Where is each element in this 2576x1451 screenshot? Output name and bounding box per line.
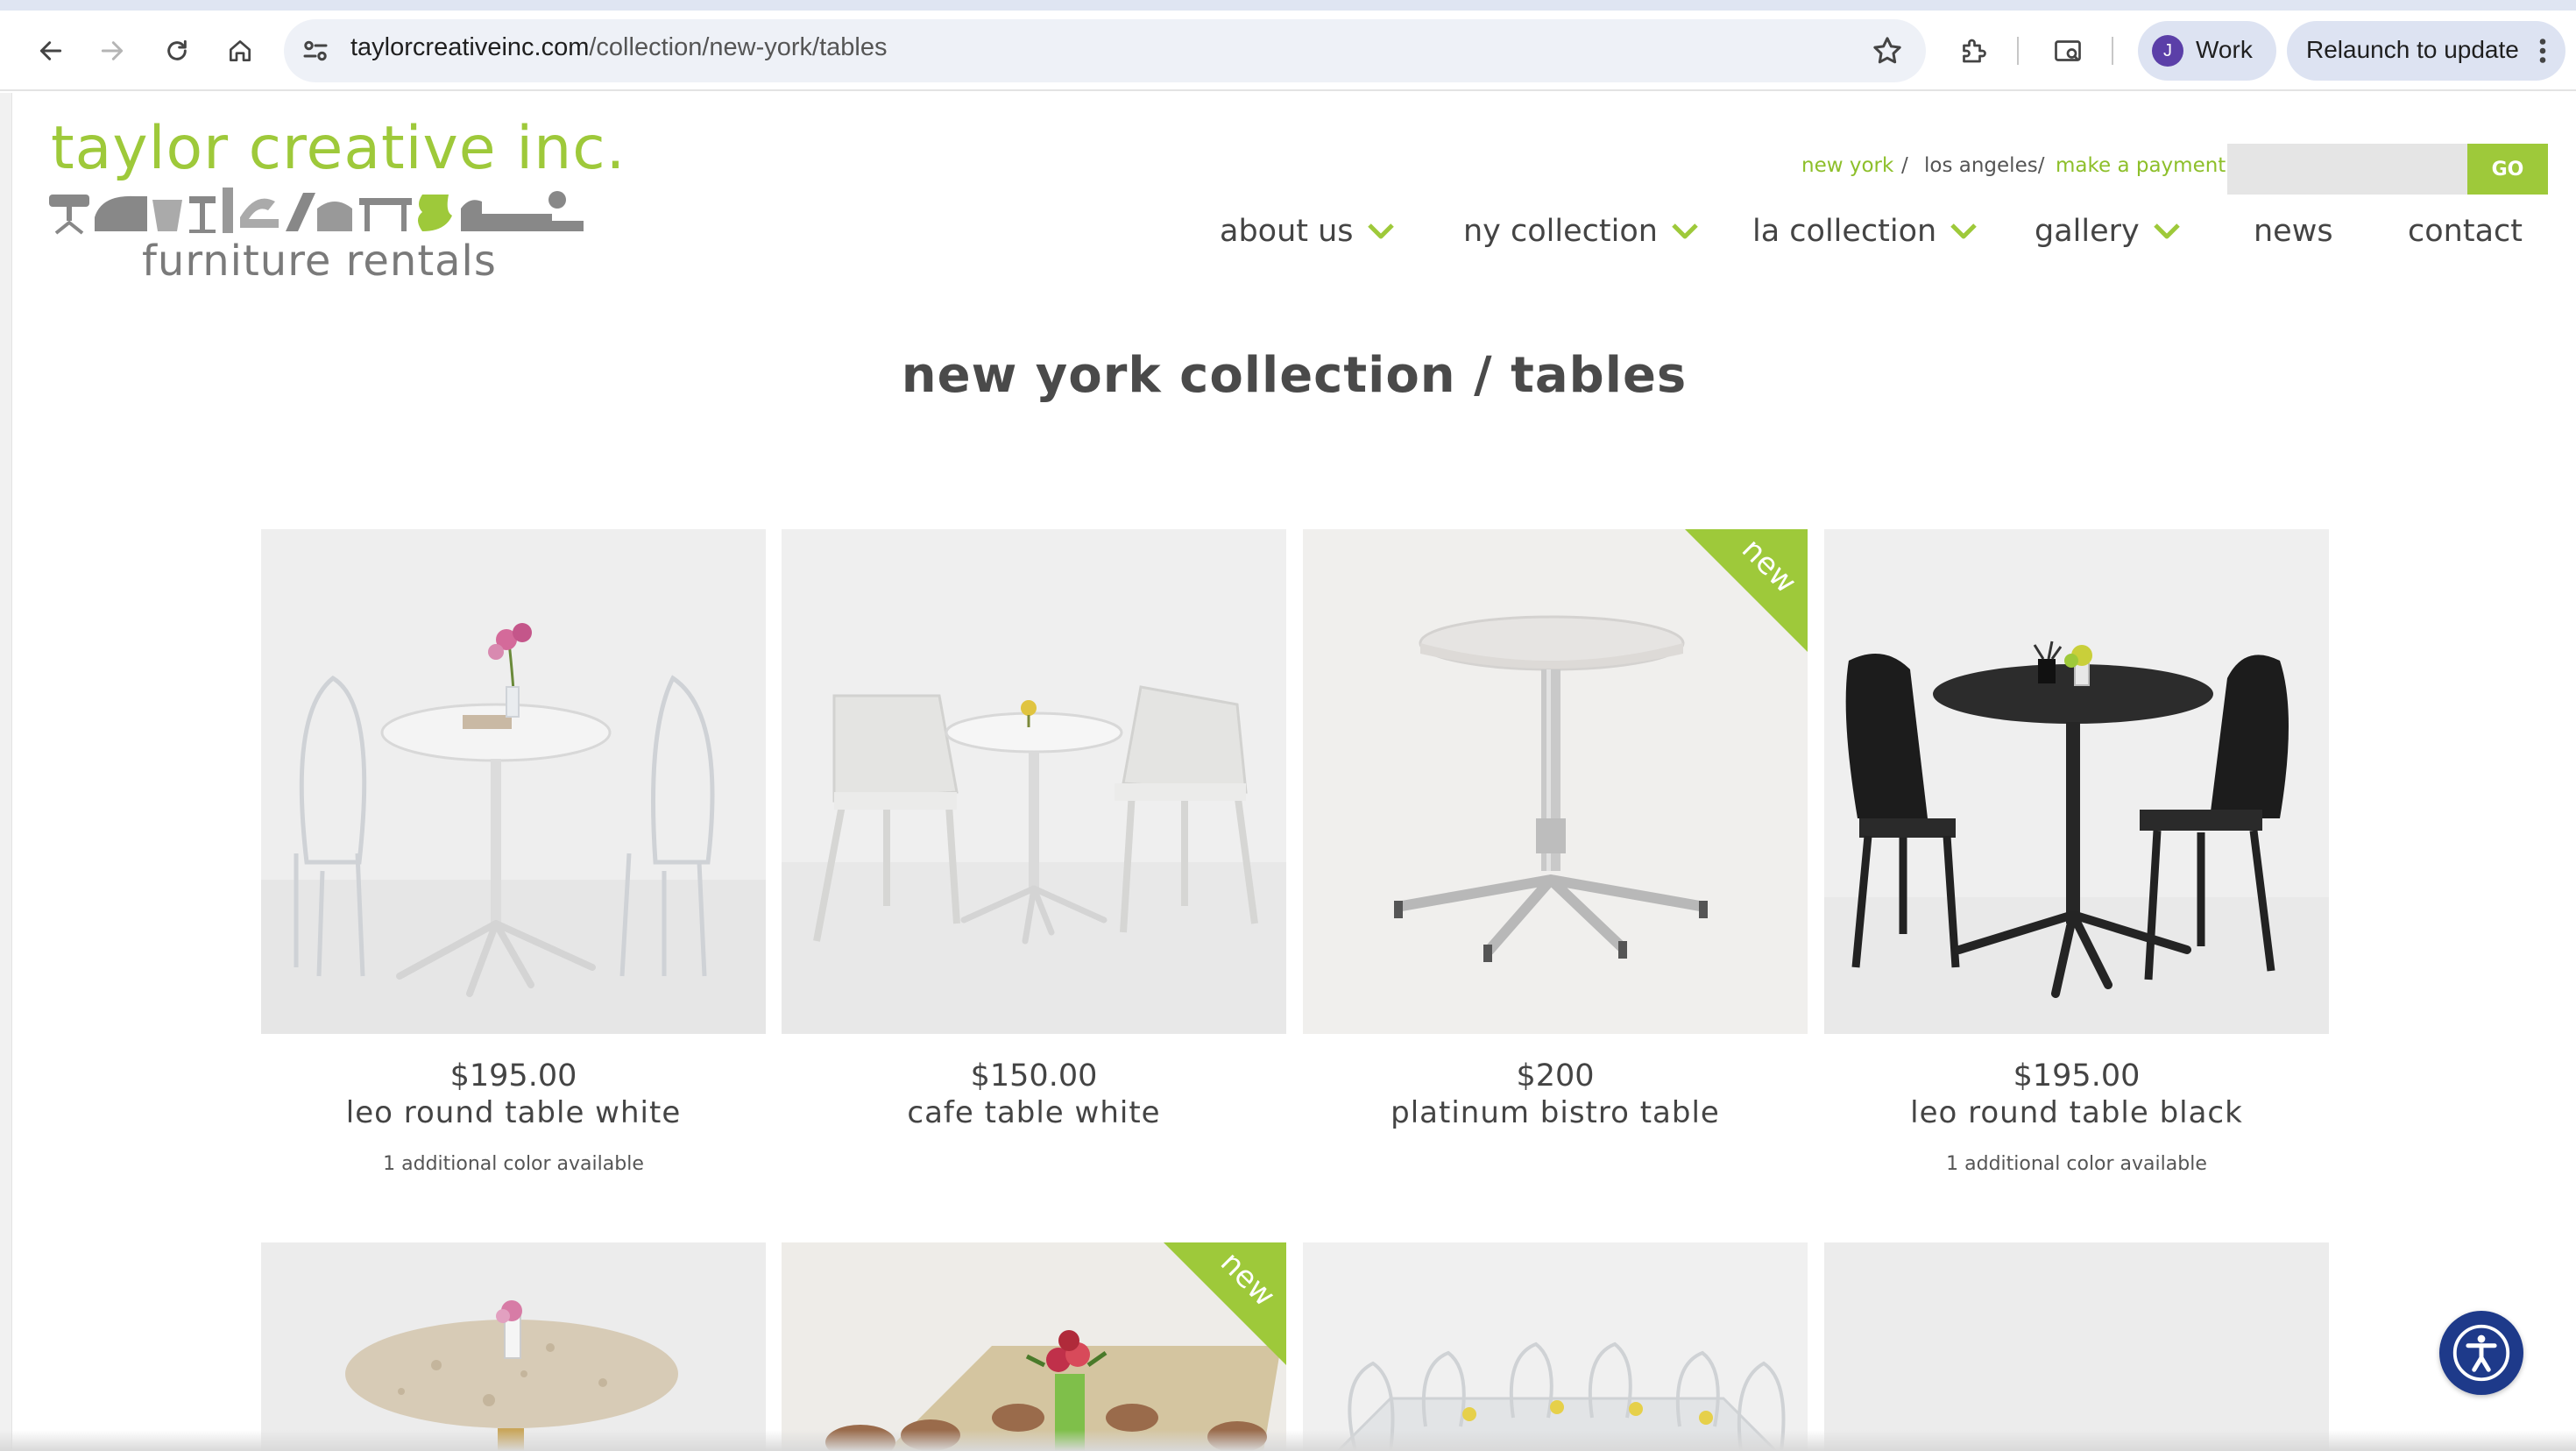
chevron-down-icon <box>1672 223 1698 239</box>
nav-news[interactable]: news <box>2254 207 2333 256</box>
relaunch-button[interactable]: Relaunch to update <box>2287 21 2565 81</box>
product-name[interactable]: leo round table white <box>261 1095 766 1130</box>
search-go-button[interactable]: GO <box>2467 144 2548 195</box>
page-edge <box>0 93 12 1451</box>
furniture-silhouettes-icon <box>49 188 584 235</box>
tab-search-button[interactable] <box>2047 30 2089 72</box>
forward-button[interactable] <box>91 30 133 72</box>
profile-label: Work <box>2196 36 2253 63</box>
site-logo[interactable]: taylor creative inc. furniture rentals <box>49 114 625 289</box>
product-photo[interactable] <box>261 1242 766 1451</box>
profile-avatar: J <box>2152 35 2183 67</box>
product-photo[interactable] <box>782 529 1286 1034</box>
location-los-angeles-link[interactable]: los angeles/ <box>1924 154 2044 186</box>
new-badge: new <box>1164 1242 1286 1365</box>
product-color-note: 1 additional color available <box>383 1153 644 1175</box>
relaunch-label: Relaunch to update <box>2306 36 2519 63</box>
nav-about-us-label: about us <box>1220 214 1354 249</box>
more-vert-icon <box>2539 39 2546 63</box>
home-icon <box>230 40 251 61</box>
chevron-down-icon <box>2153 223 2180 239</box>
nav-about-us[interactable]: about us <box>1220 207 1396 256</box>
product-price: $200 <box>1516 1058 1595 1094</box>
chevron-down-icon <box>1367 223 1394 239</box>
nav-contact-label: contact <box>2408 214 2523 249</box>
new-badge: new <box>1685 529 1808 652</box>
nav-contact[interactable]: contact <box>2408 207 2523 256</box>
chevron-down-icon <box>1950 223 1978 239</box>
make-payment-link[interactable]: make a payment <box>2056 154 2226 186</box>
back-button[interactable] <box>30 30 72 72</box>
nav-ny-collection[interactable]: ny collection <box>1463 207 1700 256</box>
bookmark-star-icon[interactable] <box>1870 33 1905 68</box>
tab-strip <box>0 0 2576 11</box>
url-domain: taylorcreativeinc.com <box>350 33 590 61</box>
extensions-icon <box>1963 39 1986 63</box>
reload-button[interactable] <box>156 30 198 72</box>
toolbar-separator <box>2112 37 2113 65</box>
product-name[interactable]: platinum bistro table <box>1303 1095 1808 1130</box>
location-separator: / <box>1901 154 1908 177</box>
nav-news-label: news <box>2254 214 2333 249</box>
accessibility-button[interactable] <box>2439 1311 2523 1395</box>
product-photo[interactable] <box>1824 529 2329 1034</box>
product-name[interactable]: leo round table black <box>1824 1095 2329 1130</box>
forward-icon <box>101 41 124 60</box>
product-photo[interactable] <box>261 529 766 1034</box>
product-color-note: 1 additional color available <box>1946 1153 2207 1175</box>
product-photo[interactable] <box>1303 1242 1808 1451</box>
product-price: $195.00 <box>449 1058 577 1094</box>
window-bottom-edge <box>0 1430 2576 1451</box>
nav-gallery[interactable]: gallery <box>2035 207 2182 256</box>
product-price: $195.00 <box>2013 1058 2141 1094</box>
profile-button[interactable]: J Work <box>2138 21 2276 81</box>
nav-la-collection-label: la collection <box>1752 214 1937 249</box>
toolbar-separator <box>2017 37 2019 65</box>
site-search-input[interactable] <box>2227 144 2467 195</box>
url-text: taylorcreativeinc.com/collection/new-yor… <box>350 33 887 62</box>
site-info-icon[interactable] <box>300 35 331 67</box>
accessibility-icon <box>2452 1324 2510 1382</box>
back-icon <box>39 41 62 60</box>
browser-toolbar: taylorcreativeinc.com/collection/new-yor… <box>0 11 2576 91</box>
location-new-york-link[interactable]: new york <box>1801 154 1893 186</box>
logo-wordmark: taylor creative inc. <box>51 114 626 183</box>
product-name[interactable]: cafe table white <box>782 1095 1286 1130</box>
product-price: $150.00 <box>970 1058 1098 1094</box>
nav-ny-collection-label: ny collection <box>1463 214 1658 249</box>
logo-tagline: furniture rentals <box>142 237 497 286</box>
extensions-button[interactable] <box>1952 30 1994 72</box>
product-photo[interactable] <box>1824 1242 2329 1451</box>
nav-gallery-label: gallery <box>2035 214 2140 249</box>
address-bar[interactable]: taylorcreativeinc.com/collection/new-yor… <box>284 19 1926 82</box>
url-path: /collection/new-york/tables <box>589 33 888 61</box>
home-button[interactable] <box>219 30 261 72</box>
tab-search-icon <box>2055 40 2081 61</box>
nav-la-collection[interactable]: la collection <box>1752 207 1978 256</box>
page-title: new york collection / tables <box>901 347 1688 404</box>
reload-icon <box>167 39 187 60</box>
